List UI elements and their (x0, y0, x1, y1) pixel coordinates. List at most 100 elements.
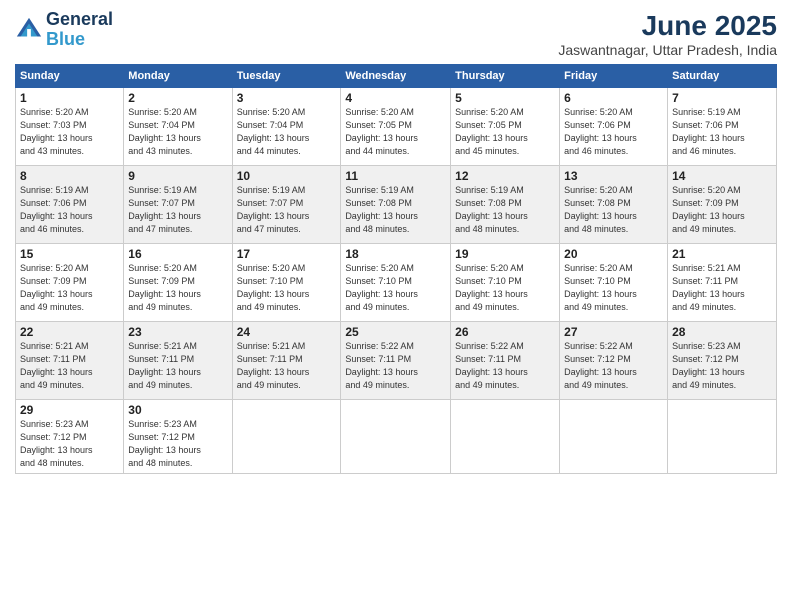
day-number: 8 (20, 169, 119, 183)
day-info: Sunrise: 5:21 AM Sunset: 7:11 PM Dayligh… (128, 340, 227, 392)
col-header-wednesday: Wednesday (341, 65, 451, 88)
day-info: Sunrise: 5:20 AM Sunset: 7:09 PM Dayligh… (672, 184, 772, 236)
day-number: 16 (128, 247, 227, 261)
month-title: June 2025 (558, 10, 777, 42)
day-number: 23 (128, 325, 227, 339)
day-info: Sunrise: 5:19 AM Sunset: 7:06 PM Dayligh… (672, 106, 772, 158)
day-info: Sunrise: 5:23 AM Sunset: 7:12 PM Dayligh… (672, 340, 772, 392)
calendar-cell (341, 400, 451, 474)
day-info: Sunrise: 5:20 AM Sunset: 7:08 PM Dayligh… (564, 184, 663, 236)
day-number: 20 (564, 247, 663, 261)
day-info: Sunrise: 5:19 AM Sunset: 7:06 PM Dayligh… (20, 184, 119, 236)
day-number: 30 (128, 403, 227, 417)
week-row-1: 1Sunrise: 5:20 AM Sunset: 7:03 PM Daylig… (16, 88, 777, 166)
col-header-friday: Friday (560, 65, 668, 88)
week-row-5: 29Sunrise: 5:23 AM Sunset: 7:12 PM Dayli… (16, 400, 777, 474)
day-info: Sunrise: 5:20 AM Sunset: 7:10 PM Dayligh… (237, 262, 337, 314)
calendar-cell: 15Sunrise: 5:20 AM Sunset: 7:09 PM Dayli… (16, 244, 124, 322)
calendar-cell: 24Sunrise: 5:21 AM Sunset: 7:11 PM Dayli… (232, 322, 341, 400)
col-header-tuesday: Tuesday (232, 65, 341, 88)
header: General Blue June 2025 Jaswantnagar, Utt… (15, 10, 777, 58)
day-info: Sunrise: 5:20 AM Sunset: 7:04 PM Dayligh… (237, 106, 337, 158)
day-info: Sunrise: 5:22 AM Sunset: 7:11 PM Dayligh… (455, 340, 555, 392)
calendar-cell: 13Sunrise: 5:20 AM Sunset: 7:08 PM Dayli… (560, 166, 668, 244)
calendar-header-row: SundayMondayTuesdayWednesdayThursdayFrid… (16, 65, 777, 88)
calendar-cell: 2Sunrise: 5:20 AM Sunset: 7:04 PM Daylig… (124, 88, 232, 166)
calendar-cell: 1Sunrise: 5:20 AM Sunset: 7:03 PM Daylig… (16, 88, 124, 166)
calendar-cell: 17Sunrise: 5:20 AM Sunset: 7:10 PM Dayli… (232, 244, 341, 322)
day-info: Sunrise: 5:19 AM Sunset: 7:07 PM Dayligh… (128, 184, 227, 236)
col-header-sunday: Sunday (16, 65, 124, 88)
day-info: Sunrise: 5:19 AM Sunset: 7:08 PM Dayligh… (455, 184, 555, 236)
day-number: 14 (672, 169, 772, 183)
calendar-cell: 3Sunrise: 5:20 AM Sunset: 7:04 PM Daylig… (232, 88, 341, 166)
day-number: 28 (672, 325, 772, 339)
calendar-cell: 14Sunrise: 5:20 AM Sunset: 7:09 PM Dayli… (668, 166, 777, 244)
day-number: 21 (672, 247, 772, 261)
title-block: June 2025 Jaswantnagar, Uttar Pradesh, I… (558, 10, 777, 58)
day-number: 18 (345, 247, 446, 261)
day-number: 25 (345, 325, 446, 339)
calendar-cell: 23Sunrise: 5:21 AM Sunset: 7:11 PM Dayli… (124, 322, 232, 400)
day-info: Sunrise: 5:21 AM Sunset: 7:11 PM Dayligh… (672, 262, 772, 314)
calendar-cell: 7Sunrise: 5:19 AM Sunset: 7:06 PM Daylig… (668, 88, 777, 166)
week-row-2: 8Sunrise: 5:19 AM Sunset: 7:06 PM Daylig… (16, 166, 777, 244)
day-number: 5 (455, 91, 555, 105)
day-number: 26 (455, 325, 555, 339)
page: General Blue June 2025 Jaswantnagar, Utt… (0, 0, 792, 612)
day-number: 1 (20, 91, 119, 105)
calendar-cell: 29Sunrise: 5:23 AM Sunset: 7:12 PM Dayli… (16, 400, 124, 474)
col-header-monday: Monday (124, 65, 232, 88)
day-info: Sunrise: 5:22 AM Sunset: 7:11 PM Dayligh… (345, 340, 446, 392)
logo: General Blue (15, 10, 113, 50)
location: Jaswantnagar, Uttar Pradesh, India (558, 42, 777, 58)
calendar-cell: 12Sunrise: 5:19 AM Sunset: 7:08 PM Dayli… (451, 166, 560, 244)
week-row-4: 22Sunrise: 5:21 AM Sunset: 7:11 PM Dayli… (16, 322, 777, 400)
calendar-cell: 18Sunrise: 5:20 AM Sunset: 7:10 PM Dayli… (341, 244, 451, 322)
calendar-cell: 5Sunrise: 5:20 AM Sunset: 7:05 PM Daylig… (451, 88, 560, 166)
logo-line1: General (46, 10, 113, 30)
col-header-thursday: Thursday (451, 65, 560, 88)
calendar-cell: 30Sunrise: 5:23 AM Sunset: 7:12 PM Dayli… (124, 400, 232, 474)
day-info: Sunrise: 5:20 AM Sunset: 7:03 PM Dayligh… (20, 106, 119, 158)
calendar-cell: 28Sunrise: 5:23 AM Sunset: 7:12 PM Dayli… (668, 322, 777, 400)
day-number: 19 (455, 247, 555, 261)
day-number: 11 (345, 169, 446, 183)
day-info: Sunrise: 5:20 AM Sunset: 7:05 PM Dayligh… (455, 106, 555, 158)
calendar-cell (560, 400, 668, 474)
day-info: Sunrise: 5:19 AM Sunset: 7:07 PM Dayligh… (237, 184, 337, 236)
day-info: Sunrise: 5:22 AM Sunset: 7:12 PM Dayligh… (564, 340, 663, 392)
day-number: 10 (237, 169, 337, 183)
calendar-cell: 20Sunrise: 5:20 AM Sunset: 7:10 PM Dayli… (560, 244, 668, 322)
day-number: 15 (20, 247, 119, 261)
logo-text: General Blue (46, 10, 113, 50)
week-row-3: 15 Sunrise: 5:20 AM Sunset: 7:09 PM Dayli… (16, 244, 777, 322)
calendar-cell: 9Sunrise: 5:19 AM Sunset: 7:07 PM Daylig… (124, 166, 232, 244)
day-info: Sunrise: 5:20 AM Sunset: 7:09 PM Dayligh… (128, 262, 227, 314)
day-info: Sunrise: 5:21 AM Sunset: 7:11 PM Dayligh… (237, 340, 337, 392)
calendar-cell: 8Sunrise: 5:19 AM Sunset: 7:06 PM Daylig… (16, 166, 124, 244)
logo-line2: Blue (46, 29, 85, 49)
calendar-cell: 25Sunrise: 5:22 AM Sunset: 7:11 PM Dayli… (341, 322, 451, 400)
calendar-cell: 21Sunrise: 5:21 AM Sunset: 7:11 PM Dayli… (668, 244, 777, 322)
day-number: 24 (237, 325, 337, 339)
day-info: Sunrise: 5:20 AM Sunset: 7:10 PM Dayligh… (345, 262, 446, 314)
day-info: Sunrise: 5:19 AM Sunset: 7:08 PM Dayligh… (345, 184, 446, 236)
calendar-body: 1Sunrise: 5:20 AM Sunset: 7:03 PM Daylig… (16, 88, 777, 474)
day-info: Sunrise: 5:20 AM Sunset: 7:10 PM Dayligh… (455, 262, 555, 314)
day-number: 12 (455, 169, 555, 183)
calendar-cell: 11Sunrise: 5:19 AM Sunset: 7:08 PM Dayli… (341, 166, 451, 244)
day-info: Sunrise: 5:21 AM Sunset: 7:11 PM Dayligh… (20, 340, 119, 392)
day-info: Sunrise: 5:20 AM Sunset: 7:05 PM Dayligh… (345, 106, 446, 158)
day-number: 6 (564, 91, 663, 105)
day-number: 22 (20, 325, 119, 339)
day-info: Sunrise: 5:23 AM Sunset: 7:12 PM Dayligh… (20, 418, 119, 470)
day-info: Sunrise: 5:23 AM Sunset: 7:12 PM Dayligh… (128, 418, 227, 470)
day-info: Sunrise: 5:20 AM Sunset: 7:10 PM Dayligh… (564, 262, 663, 314)
day-number: 9 (128, 169, 227, 183)
calendar-cell: 4Sunrise: 5:20 AM Sunset: 7:05 PM Daylig… (341, 88, 451, 166)
day-number: 13 (564, 169, 663, 183)
calendar-cell (451, 400, 560, 474)
calendar-cell: 19Sunrise: 5:20 AM Sunset: 7:10 PM Dayli… (451, 244, 560, 322)
day-number: 2 (128, 91, 227, 105)
